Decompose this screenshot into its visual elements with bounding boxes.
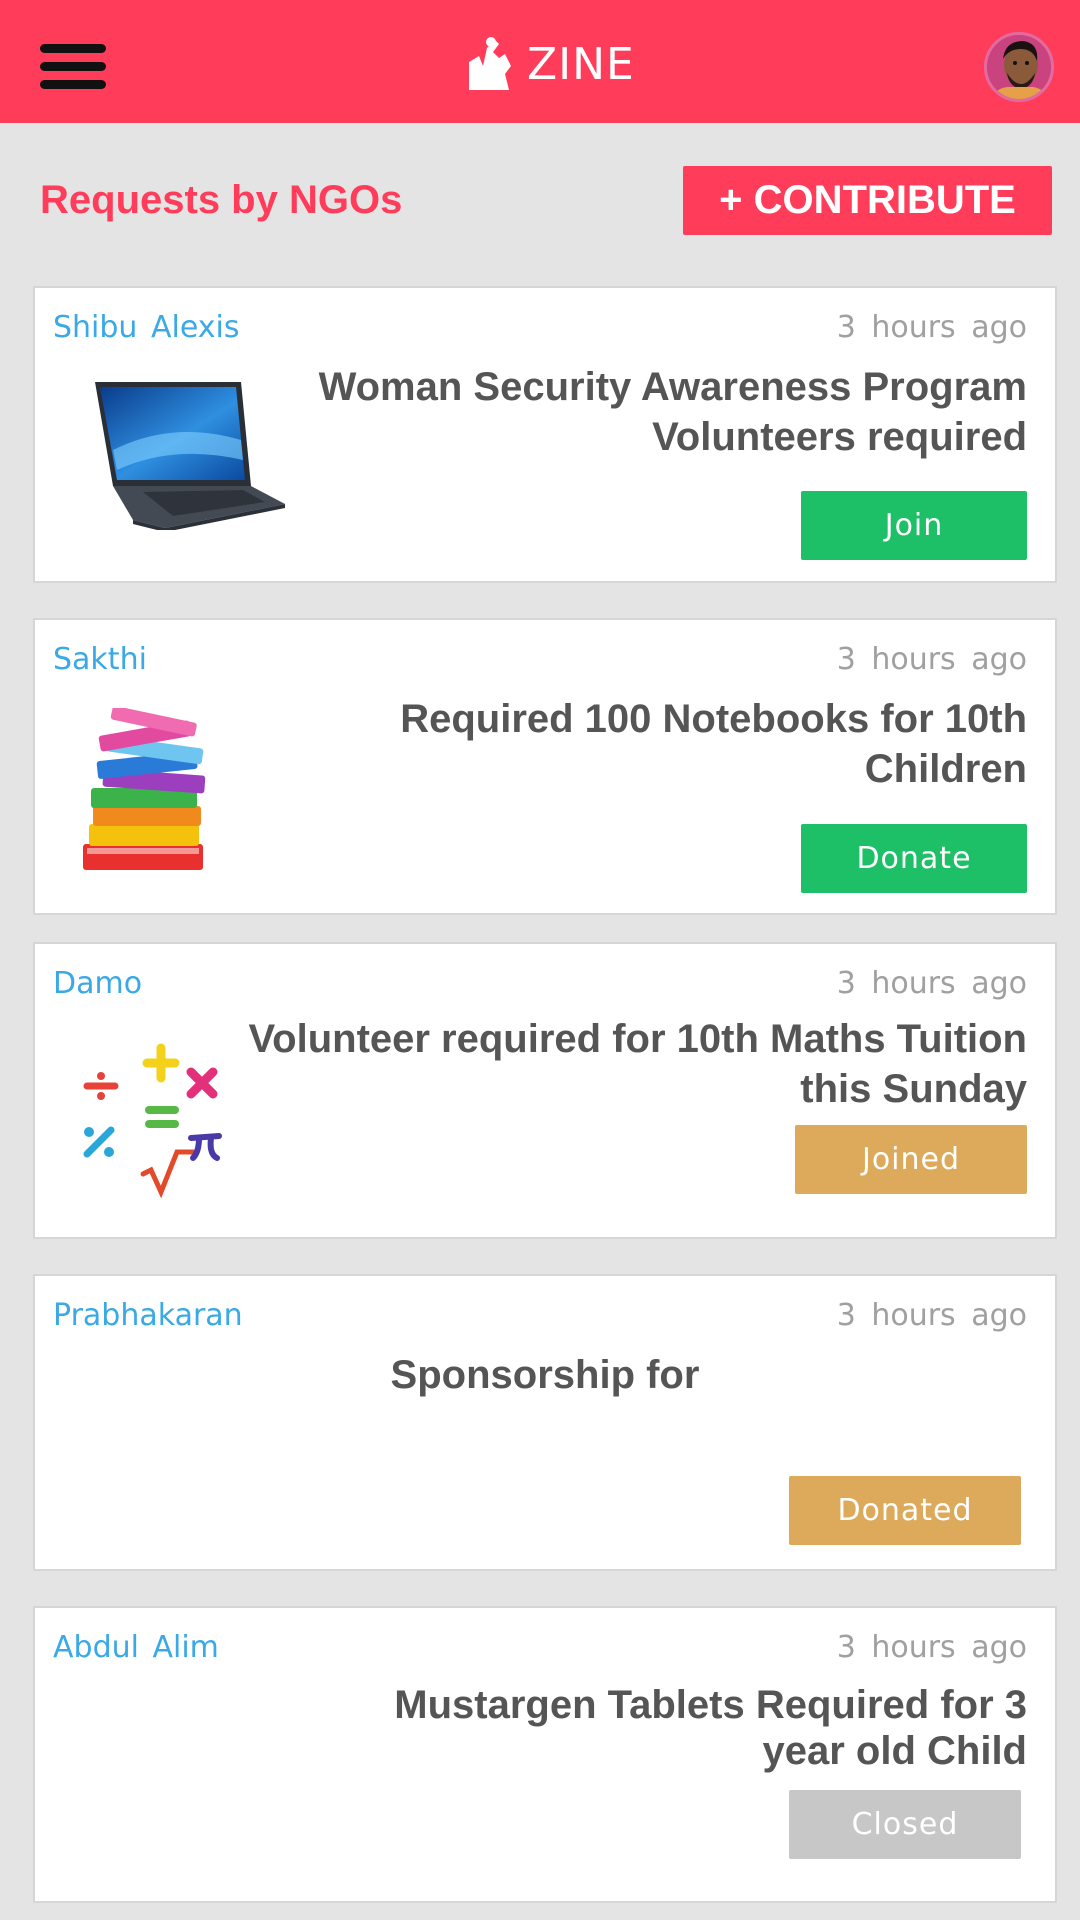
hamburger-menu-icon[interactable]	[40, 42, 106, 92]
books-icon	[83, 708, 206, 870]
join-button[interactable]: Join	[801, 491, 1027, 560]
request-card[interactable]: Sakthi 3 hours ago Required 100 Notebook…	[33, 618, 1057, 915]
brand-name: ZINE	[527, 38, 635, 90]
donated-button[interactable]: Donated	[789, 1476, 1021, 1545]
card-time: 3 hours ago	[836, 966, 1027, 1001]
donate-button[interactable]: Donate	[801, 824, 1027, 893]
card-author[interactable]: Prabhakaran	[53, 1298, 243, 1333]
card-title[interactable]: Required 100 Notebooks for 10th Children	[400, 694, 1027, 794]
avatar[interactable]	[984, 32, 1054, 102]
contribute-button[interactable]: + CONTRIBUTE	[683, 166, 1052, 235]
joined-button[interactable]: Joined	[795, 1125, 1027, 1194]
brand[interactable]: ZINE	[465, 34, 635, 94]
request-card[interactable]: Abdul Alim 3 hours ago Mustargen Tablets…	[33, 1606, 1057, 1903]
request-card[interactable]: Prabhakaran 3 hours ago Sponsorship for …	[33, 1274, 1057, 1571]
laptop-icon	[95, 382, 285, 530]
card-author[interactable]: Sakthi	[53, 642, 147, 677]
card-title[interactable]: Woman Security Awareness Program Volunte…	[319, 362, 1027, 462]
card-time: 3 hours ago	[836, 642, 1027, 677]
card-author[interactable]: Abdul Alim	[53, 1630, 219, 1665]
closed-button: Closed	[789, 1790, 1021, 1859]
card-time: 3 hours ago	[836, 1630, 1027, 1665]
math-symbols-icon	[83, 1043, 222, 1199]
card-author[interactable]: Shibu Alexis	[53, 310, 240, 345]
app-header: ZINE	[0, 0, 1080, 123]
request-card[interactable]: Shibu Alexis 3 hours ago Woman Security …	[33, 286, 1057, 583]
zine-logo-icon	[469, 37, 511, 90]
card-author[interactable]: Damo	[53, 966, 142, 1001]
request-card[interactable]: Damo 3 hours ago Volunteer required for …	[33, 942, 1057, 1239]
page-title: Requests by NGOs	[40, 178, 403, 222]
card-time: 3 hours ago	[836, 1298, 1027, 1333]
card-title[interactable]: Mustargen Tablets Required for 3 year ol…	[394, 1682, 1027, 1774]
card-title[interactable]: Sponsorship for	[35, 1350, 1055, 1400]
card-title[interactable]: Volunteer required for 10th Maths Tuitio…	[248, 1014, 1027, 1114]
card-time: 3 hours ago	[836, 310, 1027, 345]
